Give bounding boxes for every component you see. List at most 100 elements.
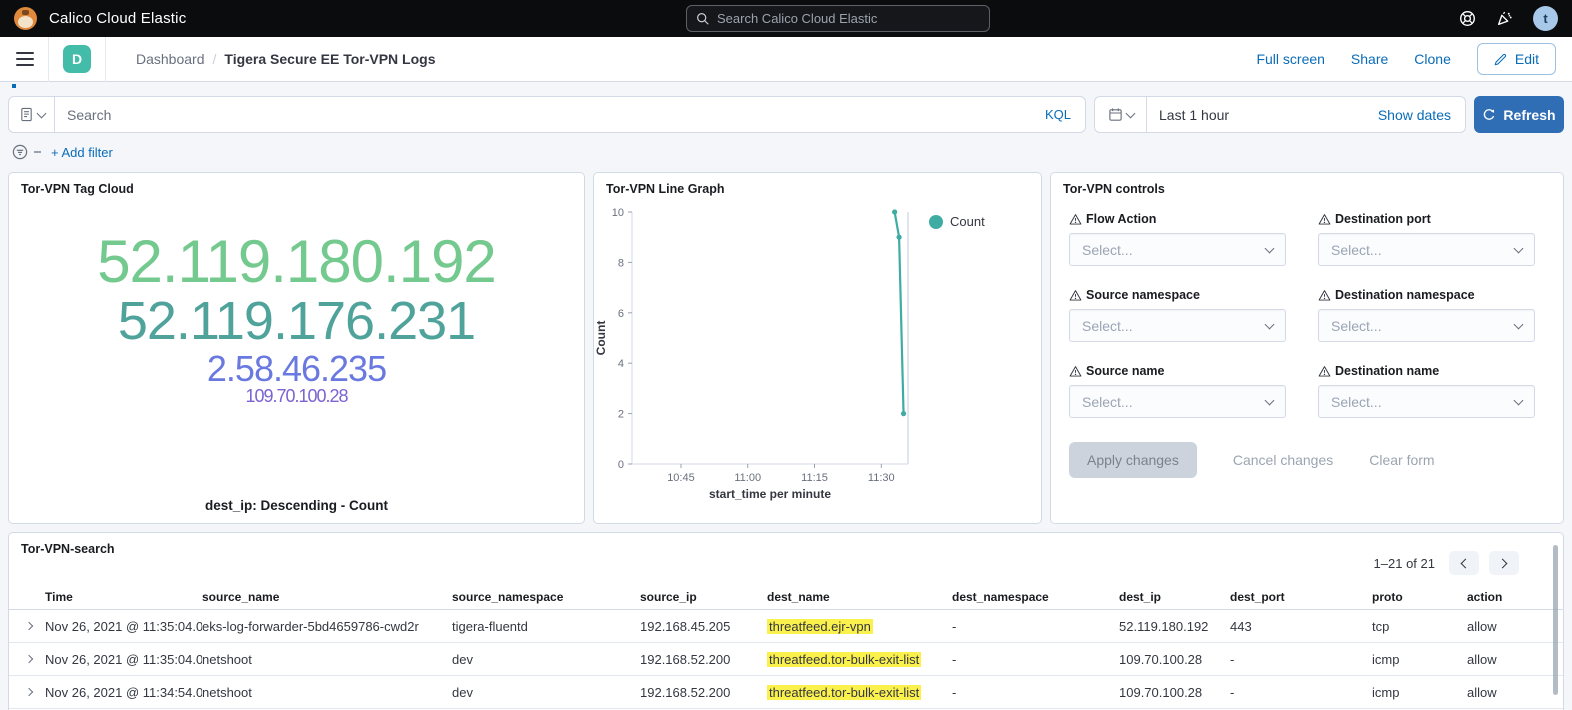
pagination-label: 1–21 of 21	[1374, 556, 1435, 571]
chevron-down-icon	[1265, 319, 1275, 329]
clone-button[interactable]: Clone	[1414, 51, 1451, 67]
control-select-destination-namespace[interactable]: Select...	[1318, 309, 1535, 342]
chevron-down-icon	[1125, 108, 1135, 118]
cancel-changes-button[interactable]: Cancel changes	[1233, 452, 1333, 468]
news-icon[interactable]	[1496, 10, 1513, 27]
user-avatar[interactable]: t	[1533, 6, 1558, 31]
search-results-panel: Tor-VPN-search 1–21 of 21 Timesource_nam…	[8, 532, 1564, 710]
calico-logo-icon	[14, 7, 37, 30]
space-badge[interactable]: D	[63, 45, 91, 73]
edit-button-label: Edit	[1515, 51, 1539, 67]
kql-search-input[interactable]: Search KQL	[8, 96, 1086, 133]
calendar-icon	[1108, 107, 1123, 122]
control-select-source-namespace[interactable]: Select...	[1069, 309, 1286, 342]
app-title: Calico Cloud Elastic	[49, 10, 186, 27]
controls-panel: Tor-VPN controls Flow ActionSelect...Des…	[1050, 172, 1564, 524]
full-screen-button[interactable]: Full screen	[1256, 51, 1324, 67]
cell-dest_name: threatfeed.tor-bulk-exit-list	[767, 652, 952, 667]
cell-action: allow	[1467, 685, 1563, 700]
time-range-value[interactable]: Last 1 hour	[1159, 107, 1378, 123]
search-panel-title: Tor-VPN-search	[9, 533, 1563, 556]
warning-icon	[1069, 365, 1082, 378]
table-body: Nov 26, 2021 @ 11:35:04.000 eks-log-forwa…	[9, 610, 1563, 709]
table-row[interactable]: Nov 26, 2021 @ 11:35:04.000netshootdev19…	[9, 643, 1563, 676]
control-select-destination-port[interactable]: Select...	[1318, 233, 1535, 266]
add-filter-button[interactable]: + Add filter	[51, 145, 113, 160]
cell-dest_namespace: -	[952, 685, 1119, 700]
cell-dest_namespace: -	[952, 652, 1119, 667]
cell-source_namespace: tigera-fluentd	[452, 619, 640, 634]
control-select-flow-action[interactable]: Select...	[1069, 233, 1286, 266]
row-expand-button[interactable]	[21, 651, 37, 667]
warning-icon	[1318, 213, 1331, 226]
line-chart: 024681010:4511:0011:1511:30Countstart_ti…	[594, 198, 1038, 514]
previous-page-button[interactable]	[1449, 551, 1479, 575]
breadcrumb: Dashboard / Tigera Secure EE Tor-VPN Log…	[136, 51, 435, 67]
controls-panel-title: Tor-VPN controls	[1051, 173, 1563, 196]
warning-icon	[1318, 289, 1331, 302]
top-app-bar: Calico Cloud Elastic Search Calico Cloud…	[0, 0, 1572, 37]
svg-text:6: 6	[618, 308, 624, 320]
time-range-picker[interactable]: Last 1 hour Show dates	[1094, 96, 1466, 133]
cell-time: Nov 26, 2021 @ 11:35:04.000	[45, 652, 202, 667]
table-scrollbar[interactable]	[1553, 545, 1558, 695]
edit-button[interactable]: Edit	[1477, 43, 1556, 75]
breadcrumb-dashboard[interactable]: Dashboard	[136, 51, 205, 67]
cell-source_ip: 192.168.52.200	[640, 652, 767, 667]
legend-item[interactable]: Count	[929, 214, 985, 229]
help-icon[interactable]	[1459, 10, 1476, 27]
refresh-button[interactable]: Refresh	[1474, 96, 1564, 133]
row-expand-button[interactable]	[21, 618, 37, 634]
menu-icon[interactable]	[16, 52, 34, 66]
tag-cloud-term[interactable]: 109.70.100.28	[245, 387, 347, 406]
controls-grid: Flow ActionSelect...Destination portSele…	[1051, 196, 1563, 418]
cell-proto: icmp	[1372, 685, 1467, 700]
tag-cloud-caption: dest_ip: Descending - Count	[9, 498, 584, 513]
column-header-dest_ip: dest_ip	[1119, 590, 1230, 604]
tag-cloud-term[interactable]: 52.119.180.192	[97, 231, 496, 293]
cell-dest_name: threatfeed.tor-bulk-exit-list	[767, 685, 952, 700]
svg-text:11:00: 11:00	[734, 472, 761, 484]
calendar-menu-button[interactable]	[1095, 97, 1147, 132]
tag-cloud-term[interactable]: 2.58.46.235	[207, 350, 386, 387]
control-select-source-name[interactable]: Select...	[1069, 385, 1286, 418]
share-button[interactable]: Share	[1351, 51, 1388, 67]
row-expand-button[interactable]	[21, 684, 37, 700]
clear-form-button[interactable]: Clear form	[1369, 452, 1434, 468]
chevron-down-icon	[1265, 395, 1275, 405]
table-header-row: Timesource_namesource_namespacesource_ip…	[9, 584, 1563, 610]
show-dates-button[interactable]: Show dates	[1378, 107, 1465, 123]
refresh-button-label: Refresh	[1503, 107, 1555, 123]
table-row[interactable]: Nov 26, 2021 @ 11:35:04.000eks-log-forwa…	[9, 610, 1563, 643]
filter-drop-target	[34, 151, 41, 153]
control-field: Flow ActionSelect...	[1069, 212, 1286, 266]
column-header-source_namespace: source_namespace	[452, 590, 640, 604]
tag-cloud-term[interactable]: 52.119.176.231	[118, 293, 475, 349]
svg-text:0: 0	[618, 459, 624, 471]
saved-query-menu-button[interactable]	[9, 97, 55, 132]
column-header-action: action	[1467, 590, 1563, 604]
chevron-right-icon	[25, 622, 33, 630]
control-select-destination-name[interactable]: Select...	[1318, 385, 1535, 418]
kql-syntax-button[interactable]: KQL	[1031, 107, 1085, 122]
chevron-right-icon	[25, 688, 33, 696]
table-row[interactable]: Nov 26, 2021 @ 11:34:54.000netshootdev19…	[9, 676, 1563, 709]
apply-changes-button[interactable]: Apply changes	[1069, 442, 1197, 478]
control-field-label: Destination name	[1318, 364, 1535, 378]
line-graph-panel-title: Tor-VPN Line Graph	[594, 173, 1041, 196]
chevron-down-icon	[1265, 243, 1275, 253]
cell-dest_ip: 52.119.180.192	[1119, 619, 1230, 634]
svg-text:8: 8	[618, 257, 624, 269]
next-page-button[interactable]	[1489, 551, 1519, 575]
cell-dest_port: -	[1230, 685, 1372, 700]
tag-cloud-panel-title: Tor-VPN Tag Cloud	[9, 173, 584, 196]
search-icon	[696, 12, 710, 26]
chevron-down-icon	[1514, 395, 1524, 405]
filter-options-icon[interactable]	[12, 144, 28, 160]
global-search-input[interactable]: Search Calico Cloud Elastic	[686, 5, 990, 32]
cell-source_namespace: dev	[452, 652, 640, 667]
query-placeholder: Search	[67, 107, 1031, 123]
cell-action: allow	[1467, 652, 1563, 667]
cell-source_name: eks-log-forwarder-5bd4659786-cwd2r	[202, 619, 452, 634]
column-header-dest_namespace: dest_namespace	[952, 590, 1119, 604]
